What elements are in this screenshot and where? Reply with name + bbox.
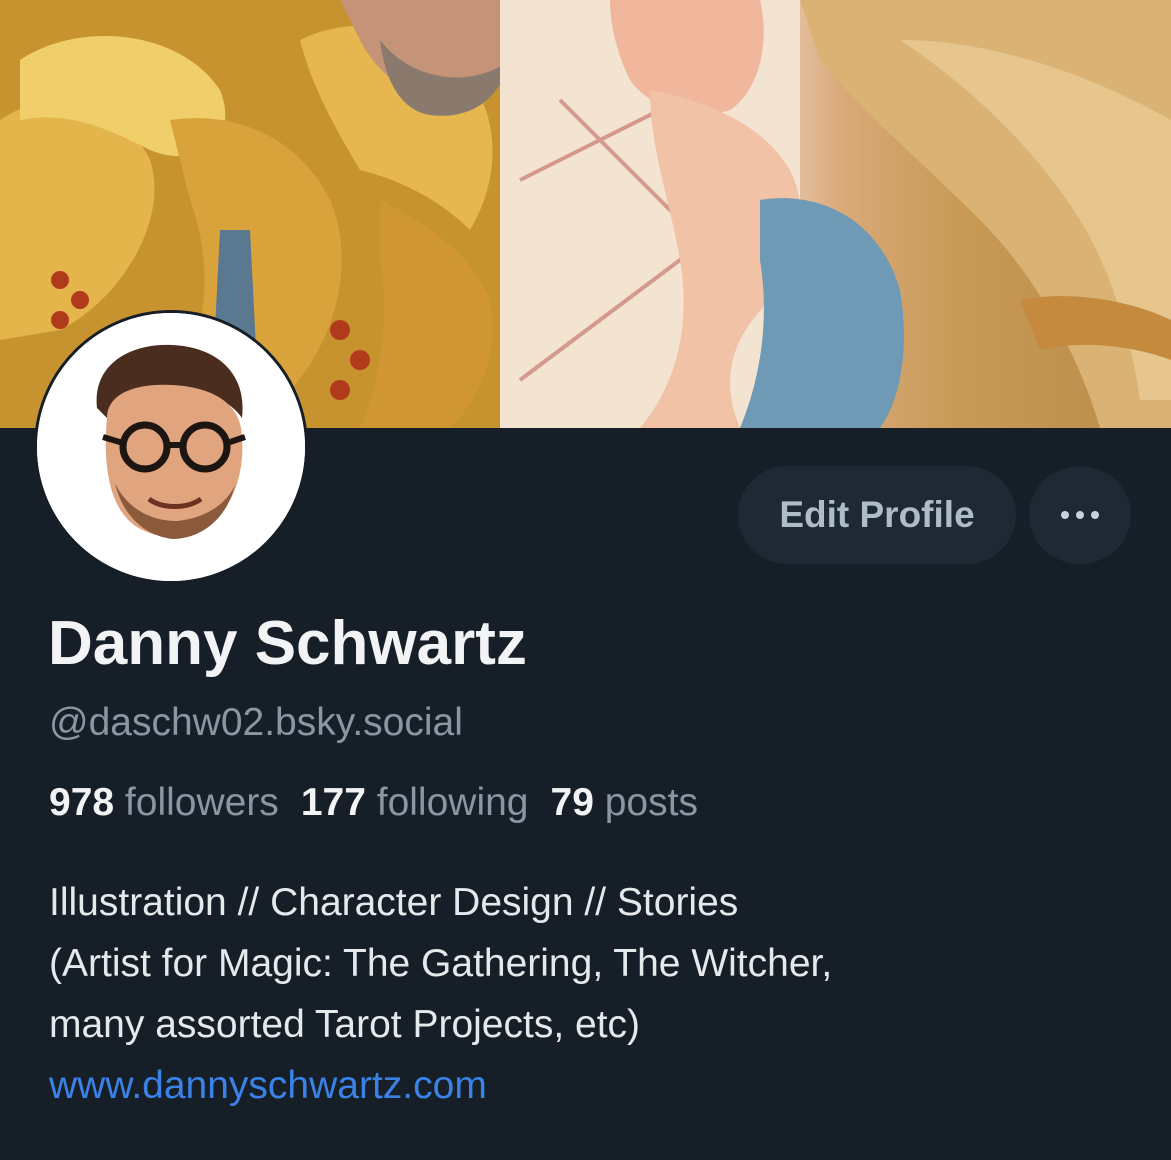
followers-label: followers (124, 781, 279, 824)
posts-count: 79 (550, 781, 594, 824)
website-link[interactable]: www.dannyschwartz.com (49, 1055, 1129, 1116)
posts-label: posts (604, 781, 698, 824)
bio-line: Illustration // Character Design // Stor… (49, 881, 739, 924)
followers-count: 978 (49, 781, 115, 824)
following-link[interactable]: 177 following (301, 781, 529, 824)
profile-handle: @daschw02.bsky.social (49, 701, 463, 744)
display-name: Danny Schwartz (48, 609, 527, 678)
bio-line: many assorted Tarot Projects, etc) (49, 1003, 641, 1046)
profile-bio: Illustration // Character Design // Stor… (49, 872, 1129, 1116)
profile-page: Edit Profile Danny Schwartz @daschw02.bs… (0, 0, 1171, 1160)
following-label: following (376, 781, 529, 824)
posts-stat: 79 posts (551, 781, 698, 824)
bio-line: (Artist for Magic: The Gathering, The Wi… (49, 942, 833, 985)
following-count: 177 (300, 781, 366, 824)
more-horizontal-icon (1061, 511, 1099, 519)
profile-avatar[interactable] (34, 310, 308, 584)
edit-profile-button[interactable]: Edit Profile (738, 466, 1016, 564)
followers-link[interactable]: 978 followers (49, 781, 279, 824)
more-options-button[interactable] (1029, 466, 1131, 564)
profile-stats: 978 followers 177 following 79 posts (49, 778, 720, 828)
